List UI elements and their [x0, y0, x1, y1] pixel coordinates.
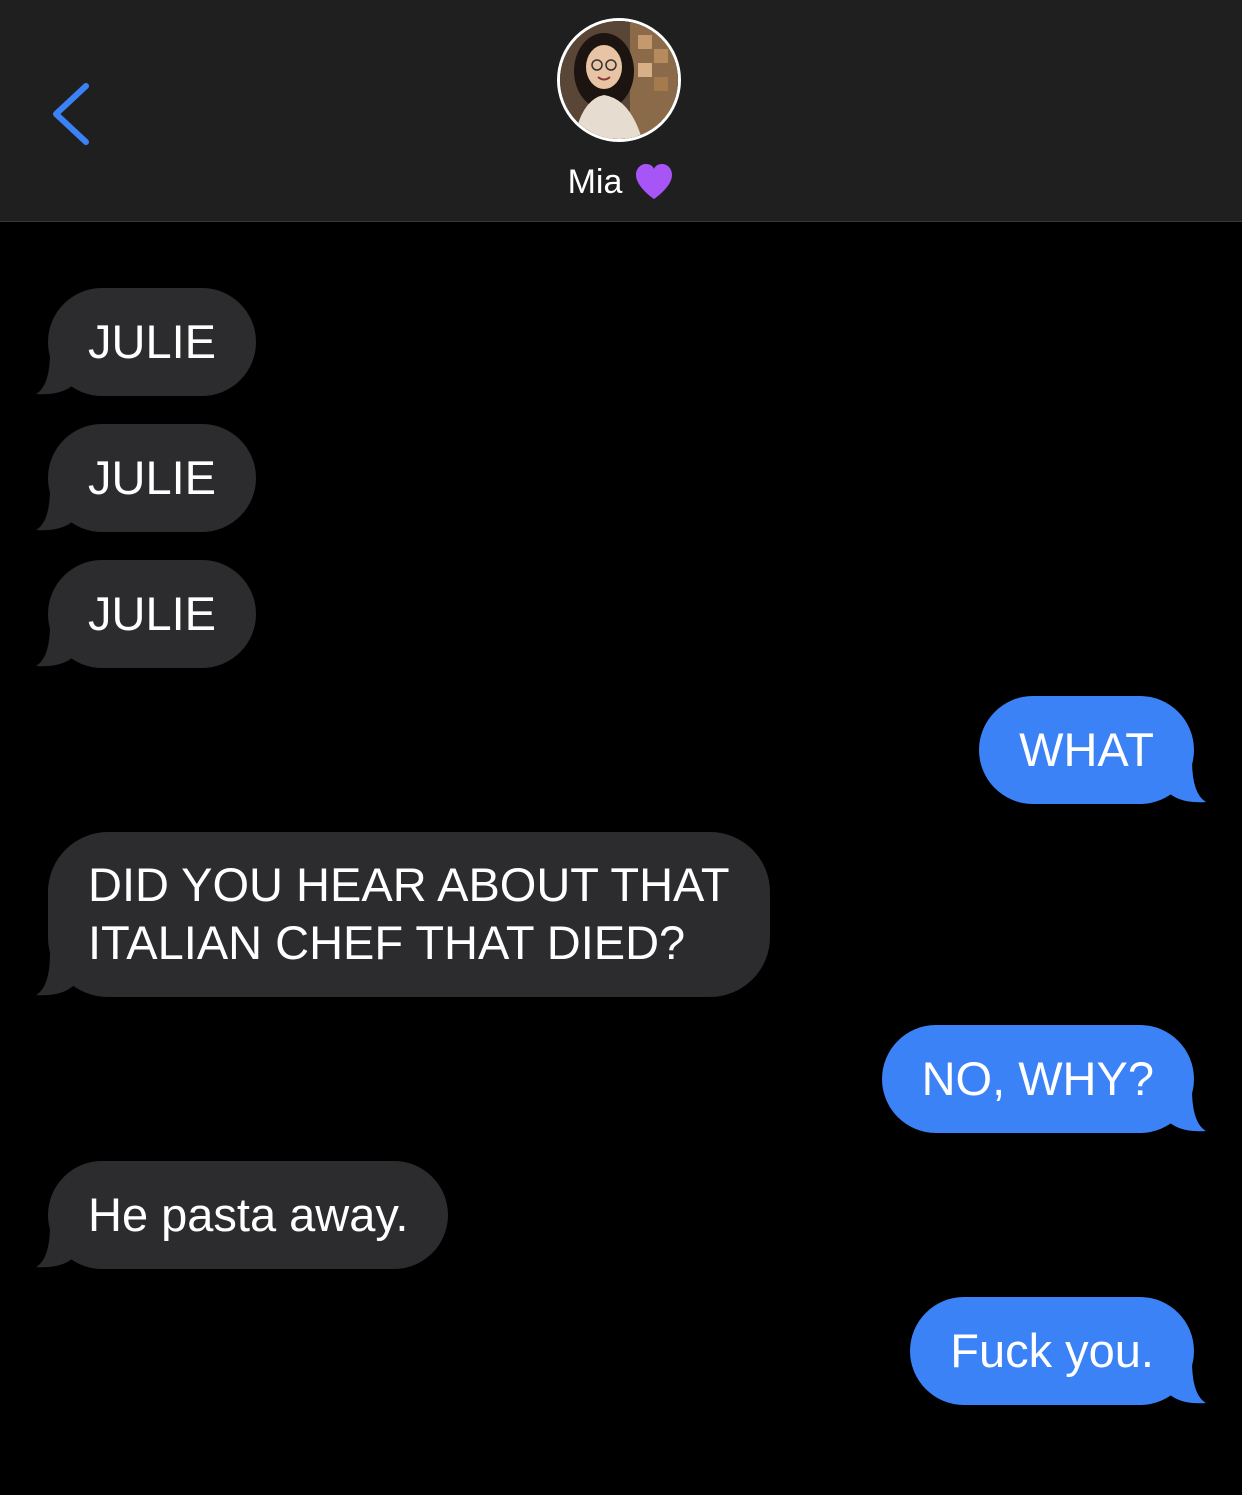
message-outgoing: WHAT	[979, 696, 1206, 804]
message-bubble[interactable]: JULIE	[48, 288, 256, 396]
contact-name[interactable]: Mia	[0, 160, 1242, 212]
message-bubble[interactable]: DID YOU HEAR ABOUT THAT ITALIAN CHEF THA…	[48, 832, 770, 997]
conversation-header: Mia	[0, 0, 1242, 222]
message-bubble[interactable]: JULIE	[48, 560, 256, 668]
message-bubble[interactable]: WHAT	[979, 696, 1194, 804]
message-thread: JULIE JULIE JULIE WHAT DID YOU HEAR ABOU…	[0, 222, 1242, 1495]
message-line: ITALIAN CHEF THAT DIED?	[88, 916, 686, 969]
message-bubble[interactable]: Fuck you.	[910, 1297, 1194, 1405]
avatar[interactable]	[557, 18, 681, 142]
message-incoming: JULIE	[36, 288, 256, 396]
message-incoming: JULIE	[36, 424, 256, 532]
message-outgoing: Fuck you.	[910, 1297, 1206, 1405]
contact-name-label: Mia	[567, 163, 623, 201]
message-incoming: JULIE	[36, 560, 256, 668]
purple-heart-icon	[634, 163, 674, 212]
message-incoming: He pasta away.	[36, 1161, 449, 1269]
message-line: DID YOU HEAR ABOUT THAT	[88, 858, 730, 911]
message-bubble[interactable]: NO, WHY?	[881, 1025, 1194, 1133]
message-bubble[interactable]: He pasta away.	[48, 1161, 449, 1269]
message-outgoing: NO, WHY?	[881, 1025, 1206, 1133]
message-bubble[interactable]: JULIE	[48, 424, 256, 532]
chevron-left-icon	[53, 83, 89, 145]
back-button[interactable]	[40, 70, 110, 160]
message-incoming: DID YOU HEAR ABOUT THAT ITALIAN CHEF THA…	[36, 832, 770, 997]
